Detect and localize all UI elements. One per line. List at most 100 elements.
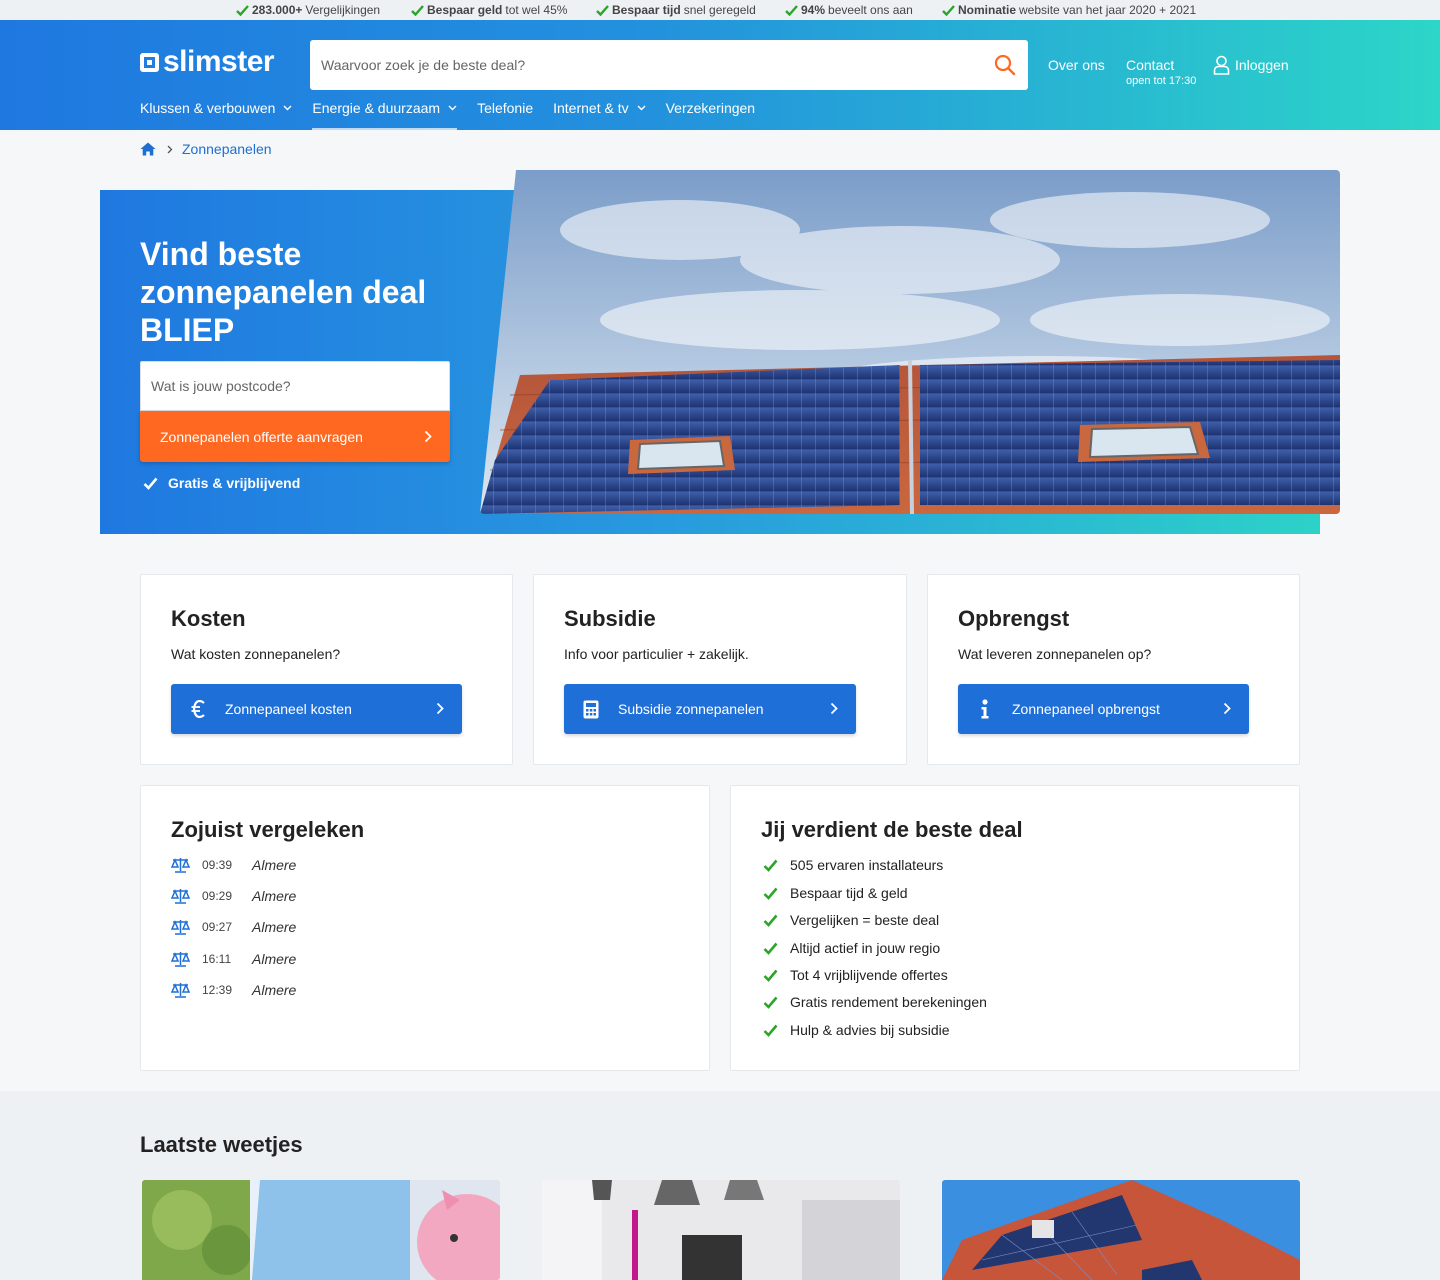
- usp-item: 283.000+ Vergelijkingen: [236, 3, 380, 17]
- yield-button[interactable]: Zonnepaneel opbrengst: [958, 684, 1249, 734]
- chevron-right-icon: [830, 702, 838, 715]
- nav-label: Verzekeringen: [665, 100, 756, 116]
- recent-time: 09:29: [202, 889, 233, 903]
- check-icon: [236, 4, 249, 16]
- postcode-input[interactable]: [141, 362, 449, 410]
- recent-city: Almere: [252, 919, 297, 935]
- recent-city: Almere: [252, 982, 297, 998]
- check-icon: [942, 4, 955, 16]
- solar-house-image: [942, 1180, 1300, 1280]
- usp-bar: 283.000+ Vergelijkingen Bespaar geld tot w…: [0, 0, 1440, 20]
- chevron-down-icon: [283, 105, 292, 111]
- news-thumb-solar-house[interactable]: [942, 1180, 1300, 1280]
- piggy-bank-image: [142, 1180, 500, 1280]
- card-subtitle: Wat kosten zonnepanelen?: [171, 646, 341, 662]
- search-box: [310, 40, 1028, 90]
- card-title: Opbrengst: [958, 606, 1070, 631]
- nav-label: Energie & duurzaam: [312, 100, 441, 116]
- check-icon: [763, 887, 778, 900]
- list-item: 09:27 Almere: [171, 919, 296, 935]
- deal-item-label: 505 ervaren installateurs: [790, 857, 944, 873]
- chevron-right-icon: [1223, 702, 1231, 715]
- logo[interactable]: slimster: [140, 47, 275, 77]
- button-label: Subsidie zonnepanelen: [618, 701, 764, 717]
- check-icon: [763, 1024, 778, 1037]
- usp-bold: Nominatie: [958, 3, 1017, 17]
- nav-item-internet[interactable]: Internet & tv: [553, 100, 646, 130]
- nav-item-telefonie[interactable]: Telefonie: [477, 100, 533, 130]
- deal-item-label: Gratis rendement berekeningen: [790, 994, 987, 1010]
- chevron-right-icon: [436, 702, 444, 715]
- list-item: Hulp & advies bij subsidie: [763, 1022, 950, 1038]
- scale-icon: [171, 983, 190, 998]
- list-item: Bespaar tijd & geld: [763, 885, 908, 901]
- recent-title: Zojuist vergeleken: [171, 817, 365, 842]
- recent-time: 16:11: [202, 952, 232, 966]
- usp-item: Bespaar tijd snel geregeld: [596, 3, 756, 17]
- button-label: Zonnepaneel opbrengst: [1012, 701, 1160, 717]
- free-check: Gratis & vrijblijvend: [143, 475, 300, 491]
- search-input[interactable]: [310, 40, 970, 90]
- nav-item-verzekeringen[interactable]: Verzekeringen: [666, 100, 756, 130]
- usp-bold: 94%: [801, 3, 826, 17]
- scale-icon: [171, 858, 190, 873]
- usp-text: Vergelijkingen: [305, 3, 381, 17]
- usp-text: tot wel 45%: [505, 3, 568, 17]
- breadcrumb-current[interactable]: Zonnepanelen: [182, 141, 272, 157]
- list-item: 12:39 Almere: [171, 982, 296, 998]
- news-thumb-savings[interactable]: [142, 1180, 500, 1280]
- deal-item-label: Vergelijken = beste deal: [790, 912, 940, 928]
- recent-city: Almere: [252, 857, 297, 873]
- list-item: 09:29 Almere: [171, 888, 296, 904]
- usp-text: website van het jaar 2020 + 2021: [1019, 3, 1197, 17]
- card-title: Kosten: [171, 606, 246, 631]
- deal-item-label: Bespaar tijd & geld: [790, 885, 908, 901]
- recent-time: 12:39: [202, 983, 233, 997]
- breadcrumb: Zonnepanelen: [140, 141, 272, 157]
- site-header: slimster Over ons Contact open tot 17:30…: [0, 20, 1440, 130]
- nav-label: Internet & tv: [553, 100, 629, 116]
- nav-item-energie[interactable]: Energie & duurzaam: [312, 100, 457, 130]
- home-icon[interactable]: [140, 142, 156, 156]
- quote-request-button[interactable]: Zonnepanelen offerte aanvragen: [140, 411, 450, 462]
- recent-time: 09:27: [202, 920, 233, 934]
- search-icon[interactable]: [994, 54, 1016, 76]
- about-link[interactable]: Over ons: [1048, 57, 1105, 73]
- login-link[interactable]: Inloggen: [1213, 55, 1289, 75]
- list-item: 16:11 Almere: [171, 951, 296, 967]
- card-kosten: Kosten Wat kosten zonnepanelen? Zonnepan…: [140, 574, 513, 765]
- list-item: Vergelijken = beste deal: [763, 912, 939, 928]
- calculator-icon: [564, 700, 618, 719]
- news-thumb-interior[interactable]: [542, 1180, 900, 1280]
- scale-icon: [171, 889, 190, 904]
- deal-item-label: Tot 4 vrijblijvende offertes: [790, 967, 948, 983]
- nav-label: Telefonie: [477, 100, 534, 116]
- check-icon: [763, 914, 778, 927]
- usp-bold: 283.000+: [252, 3, 303, 17]
- check-icon: [411, 4, 424, 16]
- list-item: Altijd actief in jouw regio: [763, 940, 940, 956]
- euro-icon: [171, 700, 225, 718]
- subsidy-button[interactable]: Subsidie zonnepanelen: [564, 684, 856, 734]
- interior-image: [542, 1180, 900, 1280]
- check-icon: [763, 969, 778, 982]
- free-check-label: Gratis & vrijblijvend: [168, 475, 301, 491]
- deal-title: Jij verdient de beste deal: [761, 817, 1023, 842]
- chevron-down-icon: [448, 105, 457, 111]
- card-subsidie: Subsidie Info voor particulier + zakelij…: [533, 574, 907, 765]
- best-deal-card: Jij verdient de beste deal 505 ervaren i…: [730, 785, 1300, 1071]
- logo-mark-icon: [140, 52, 159, 72]
- chevron-right-icon: [424, 430, 432, 443]
- postcode-box: [140, 361, 450, 411]
- usp-item: Bespaar geld tot wel 45%: [411, 3, 567, 17]
- contact-link[interactable]: Contact: [1126, 57, 1174, 73]
- usp-bold: Bespaar tijd: [612, 3, 681, 17]
- card-opbrengst: Opbrengst Wat leveren zonnepanelen op? Z…: [927, 574, 1300, 765]
- list-item: Gratis rendement berekeningen: [763, 994, 987, 1010]
- chevron-right-icon: [167, 145, 173, 153]
- card-title: Subsidie: [564, 606, 656, 631]
- nav-item-klussen[interactable]: Klussen & verbouwen: [140, 100, 292, 130]
- scale-icon: [171, 952, 190, 967]
- costs-button[interactable]: Zonnepaneel kosten: [171, 684, 462, 734]
- scale-icon: [171, 920, 190, 935]
